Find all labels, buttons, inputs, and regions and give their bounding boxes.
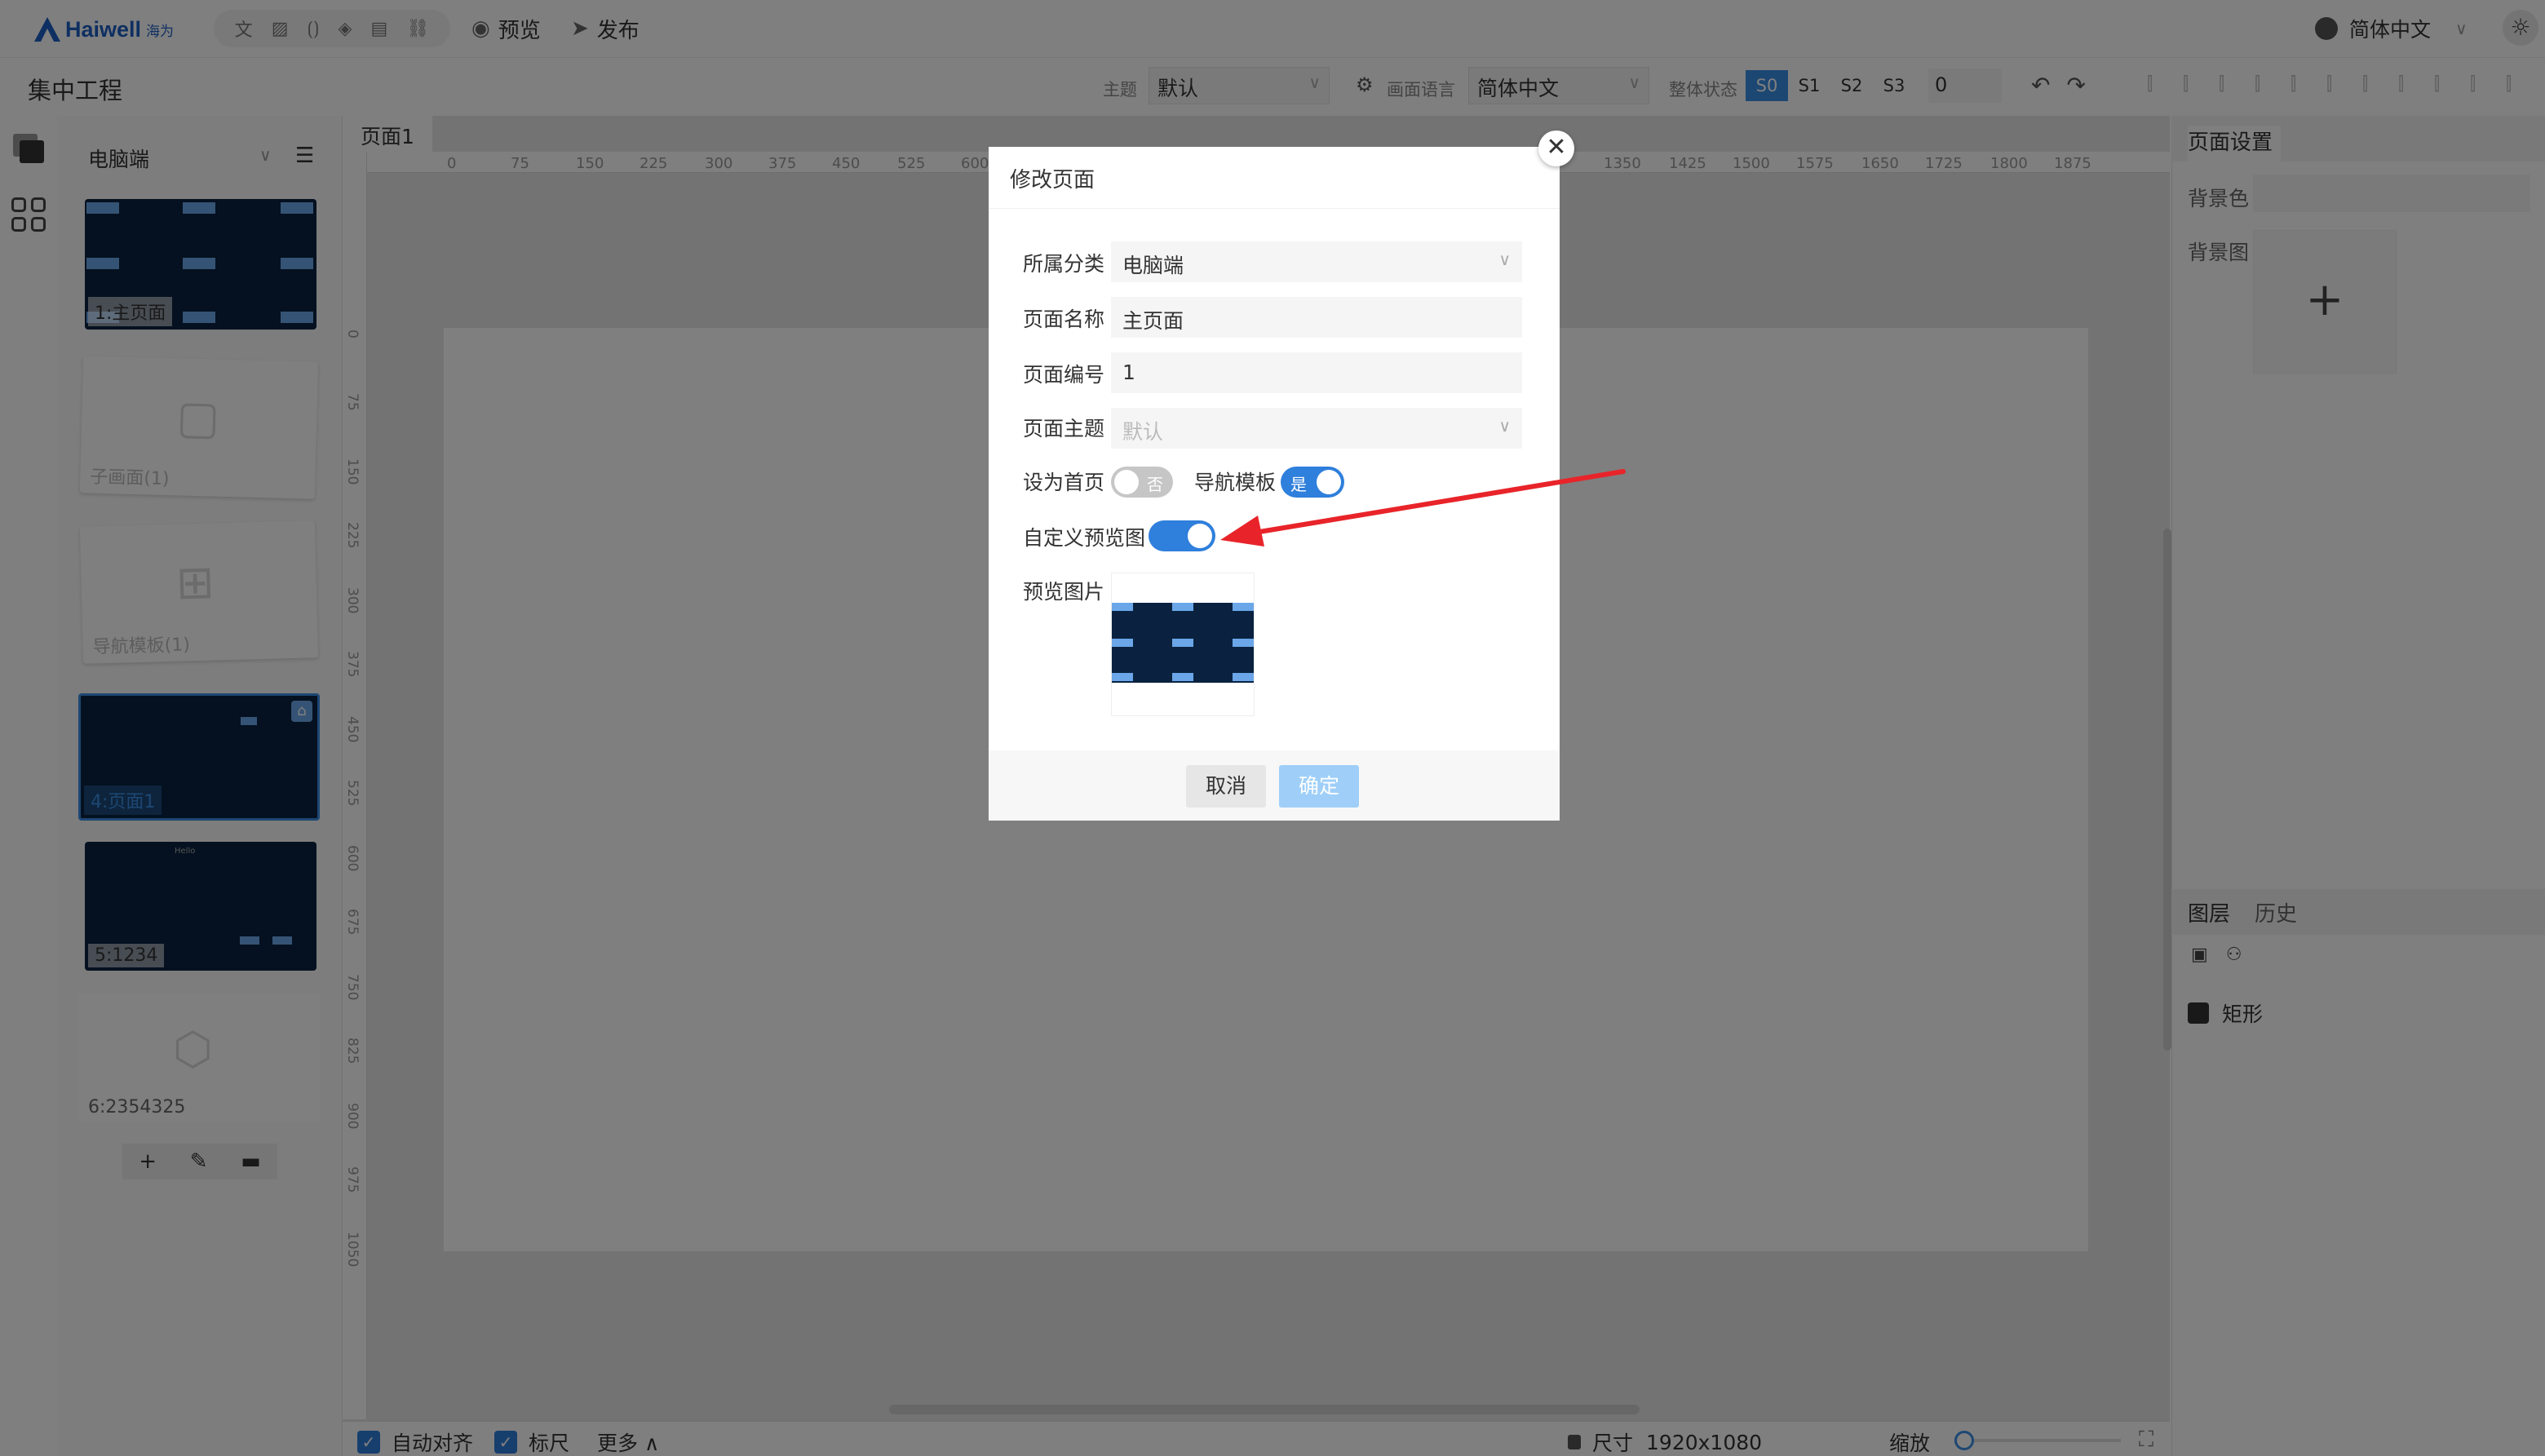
preview-image[interactable] <box>1111 573 1255 716</box>
category-value: 电脑端 <box>1122 254 1184 277</box>
confirm-button[interactable]: 确定 <box>1279 765 1359 808</box>
page-number-label: 页面编号 <box>1023 363 1105 387</box>
set-home-label: 设为首页 <box>1023 471 1105 494</box>
set-home-toggle[interactable]: 否 <box>1111 467 1173 498</box>
close-icon[interactable]: ✕ <box>1538 131 1574 166</box>
preview-image-label: 预览图片 <box>1023 580 1105 604</box>
category-label: 所属分类 <box>1023 252 1105 276</box>
custom-preview-toggle[interactable] <box>1149 520 1215 551</box>
page-number-field[interactable]: 1 <box>1111 352 1522 393</box>
page-theme-placeholder: 默认 <box>1122 420 1164 444</box>
cancel-button[interactable]: 取消 <box>1186 765 1266 808</box>
dialog-footer <box>989 750 1560 821</box>
chevron-down-icon: ∨ <box>1498 416 1511 436</box>
page-name-label: 页面名称 <box>1023 308 1105 331</box>
chevron-down-icon: ∨ <box>1498 250 1511 269</box>
category-select[interactable]: 电脑端 ∨ <box>1111 241 1522 282</box>
custom-preview-label: 自定义预览图 <box>1023 526 1146 550</box>
page-name-value: 主页面 <box>1122 309 1184 333</box>
page-name-field[interactable]: 主页面 <box>1111 297 1522 338</box>
page-theme-label: 页面主题 <box>1023 417 1105 440</box>
set-home-toggle-text: 否 <box>1147 475 1163 494</box>
annotation-arrow <box>1220 469 1626 547</box>
dialog-title: 修改页面 <box>1010 168 1095 193</box>
page-theme-select[interactable]: 默认 ∨ <box>1111 408 1522 449</box>
page-number-value: 1 <box>1122 361 1135 384</box>
